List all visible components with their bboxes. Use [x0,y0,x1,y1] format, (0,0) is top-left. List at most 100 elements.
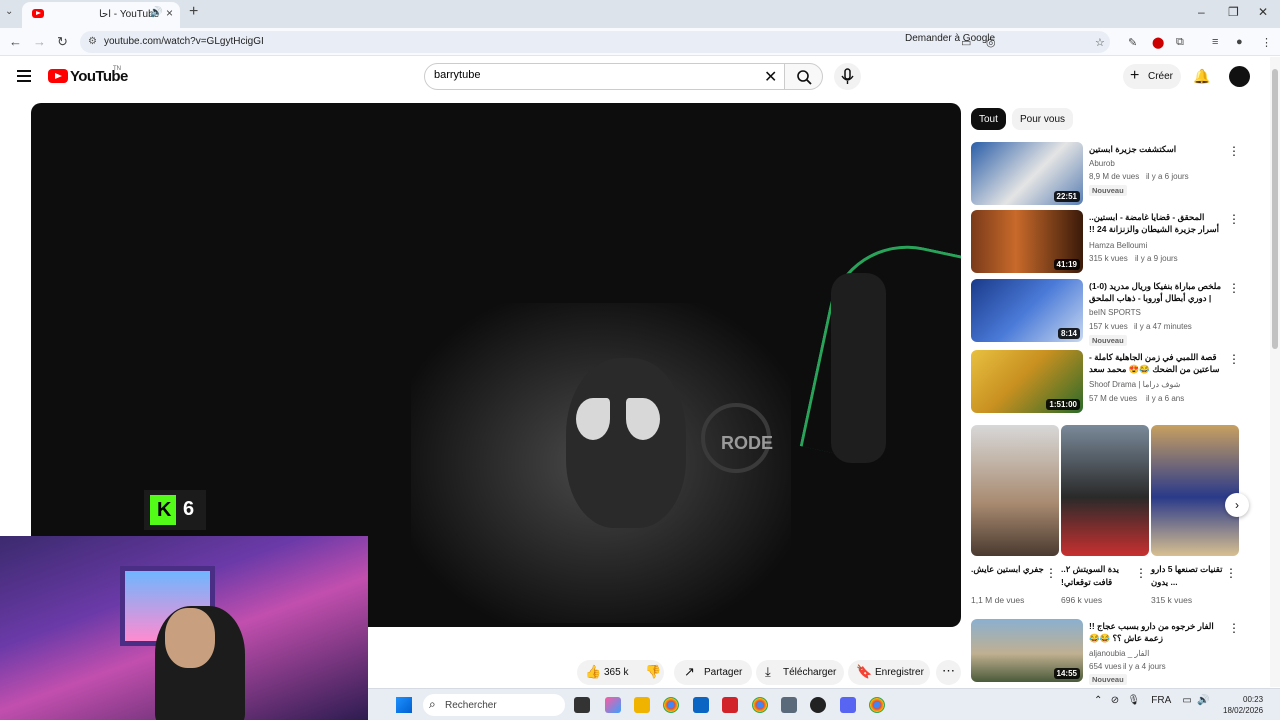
short-title[interactable]: يدة السويتش ٢.. قافت توقعاتي! [1061,563,1135,589]
short-title[interactable]: تقنيات تصنعها 5 دارو ... يدون [1151,563,1225,589]
upload-age: il y a 4 jours [1123,662,1166,671]
site-info-icon[interactable]: ⚙ [88,36,97,47]
ask-google-button[interactable]: Demander à Google [905,33,995,44]
store-icon[interactable] [693,697,709,713]
share-button[interactable]: ↗ Partager [674,660,752,685]
video-title[interactable]: اسكتشفت جزيرة ابستين [1089,143,1224,155]
duration: 1:51:00 [1046,399,1080,410]
shorts-next-icon[interactable]: › [1225,493,1249,517]
discord-icon[interactable] [840,697,856,713]
profile-icon[interactable]: ● [1236,36,1243,48]
more-icon[interactable]: ⋮ [1228,212,1240,226]
short-thumbnail[interactable] [1151,425,1239,556]
copilot-icon[interactable] [605,697,621,713]
video-title[interactable]: الفار خرجوه من دارو بسبب عجاج !! زعمة عا… [1089,620,1224,644]
voice-search-button[interactable] [834,63,861,90]
extension-icon[interactable]: ✎ [1128,36,1137,49]
chrome-icon[interactable] [663,697,679,713]
recommendation-item[interactable]: 41:19 المحقق - قضايا غامضة - ابستين.. أس… [971,210,1241,274]
minimize-icon[interactable]: – [1198,5,1205,19]
taskbar-search[interactable]: ⌕ Rechercher [423,694,565,716]
tab-search-icon[interactable]: ⌄ [5,6,13,17]
download-button[interactable]: ⤓ Télécharger [756,660,844,685]
browser-menu-icon[interactable]: ⋮ [1261,36,1272,49]
short-thumbnail[interactable] [1061,425,1149,556]
menu-icon[interactable] [17,70,31,82]
recommendation-item[interactable]: 1:51:00 قصة اللمبي في زمن الجاهلية كاملة… [971,350,1241,414]
dislike-icon[interactable]: 👎 [645,664,661,680]
video-title[interactable]: المحقق - قضايا غامضة - ابستين.. أسرار جز… [1089,211,1224,235]
video-title[interactable]: ملخص مباراة بنفيكا وريال مدريد (0-1) | د… [1089,280,1224,306]
video-thumbnail[interactable]: 41:19 [971,210,1083,273]
save-button[interactable]: 🔖 Enregistrer [848,660,930,685]
recommendation-item[interactable]: 14:55 الفار خرجوه من دارو بسبب عجاج !! ز… [971,619,1241,685]
channel-name[interactable]: Aburob [1089,159,1115,168]
chip-all[interactable]: Tout [971,108,1006,130]
channel-name[interactable]: aljanoubia _ الفار [1089,649,1149,658]
search-button[interactable] [784,63,823,90]
more-icon[interactable]: ⋮ [1135,566,1147,580]
windows-start-icon[interactable] [396,697,412,713]
video-thumbnail[interactable]: 8:14 [971,279,1083,342]
more-icon[interactable]: ⋮ [1228,144,1240,158]
clear-search-icon[interactable]: ✕ [764,67,777,87]
window-close-icon[interactable]: ✕ [1258,5,1268,19]
recommendation-item[interactable]: 8:14 ملخص مباراة بنفيكا وريال مدريد (0-1… [971,279,1241,346]
media-controls-icon[interactable]: ≡ [1212,36,1218,48]
obs-icon[interactable] [810,697,826,713]
office-icon[interactable] [722,697,738,713]
new-tab-button[interactable]: + [189,3,198,21]
channel-name[interactable]: Shoof Drama | شوف دراما [1089,380,1180,389]
search-input[interactable] [434,69,754,81]
chrome-profile-icon[interactable] [752,697,768,713]
browser-tab[interactable]: YouTube - احا 🔊 × [22,2,180,28]
more-icon[interactable]: ⋮ [1228,281,1240,295]
language-indicator[interactable]: FRA [1151,695,1171,706]
bell-icon[interactable]: 🔔 [1193,68,1210,85]
youtube-logo-icon[interactable] [48,69,68,83]
short-item[interactable]: تقنيات تصنعها 5 دارو ... يدون ⋮ 315 k vu… [1151,425,1239,605]
short-item[interactable]: جفري ابستين عايش. ⋮ 1,1 M de vues [971,425,1059,605]
mic-brand-text: RODE [721,433,774,453]
recommendation-item[interactable]: 22:51 اسكتشفت جزيرة ابستين Aburob 8,9 M … [971,142,1241,206]
tab-close-icon[interactable]: × [166,6,173,20]
video-thumbnail[interactable]: 14:55 [971,619,1083,682]
avatar[interactable] [1229,66,1250,87]
more-icon[interactable]: ⋮ [1228,621,1240,635]
scrollbar-thumb[interactable] [1272,69,1278,349]
chip-for-you[interactable]: Pour vous [1012,108,1074,130]
more-icon[interactable]: ⋮ [1228,352,1240,366]
system-clock[interactable]: 00:23 18/02/2026 [1223,694,1263,716]
page-scrollbar[interactable] [1270,57,1280,687]
bookmark-star-icon[interactable]: ☆ [1095,36,1105,49]
app-icon[interactable] [781,697,797,713]
channel-name[interactable]: beIN SPORTS [1089,308,1141,317]
more-icon[interactable]: ⋮ [1225,566,1237,580]
back-icon[interactable]: ← [9,34,22,49]
create-button[interactable]: + Créer [1123,64,1181,89]
reload-icon[interactable]: ↻ [57,34,68,50]
system-tray[interactable]: ⌃ ⊘ 🎙 FRA ▭ 🔊 [1094,695,1210,706]
task-view-icon[interactable] [574,697,590,713]
tab-audio-icon[interactable]: 🔊 [150,7,162,18]
like-count[interactable]: 365 k [604,667,628,678]
url-text[interactable]: youtube.com/watch?v=GLgytHcigGI [104,36,264,47]
video-title[interactable]: قصة اللمبي في زمن الجاهلية كاملة - ساعتي… [1089,351,1224,377]
more-actions-button[interactable]: ⋯ [936,660,961,685]
browser-tab-bar: ⌄ YouTube - احا 🔊 × + – ❐ ✕ [0,0,1280,28]
restore-icon[interactable]: ❐ [1228,5,1239,19]
channel-name[interactable]: Hamza Belloumi [1089,241,1147,250]
video-thumbnail[interactable]: 1:51:00 [971,350,1083,413]
video-thumbnail[interactable]: 22:51 [971,142,1083,205]
more-icon[interactable]: ⋮ [1045,566,1057,580]
new-badge: Nouveau [1089,674,1127,685]
short-title[interactable]: جفري ابستين عايش. [971,563,1045,576]
extensions-puzzle-icon[interactable]: ⧉ [1176,36,1184,49]
forward-icon[interactable]: → [33,34,46,49]
file-explorer-icon[interactable] [634,697,650,713]
like-icon[interactable]: 👍 [585,664,601,680]
chrome-active-icon[interactable] [869,697,885,713]
short-thumbnail[interactable] [971,425,1059,556]
adblock-icon[interactable]: ⬤ [1152,36,1164,49]
short-item[interactable]: يدة السويتش ٢.. قافت توقعاتي! ⋮ 696 k vu… [1061,425,1149,605]
